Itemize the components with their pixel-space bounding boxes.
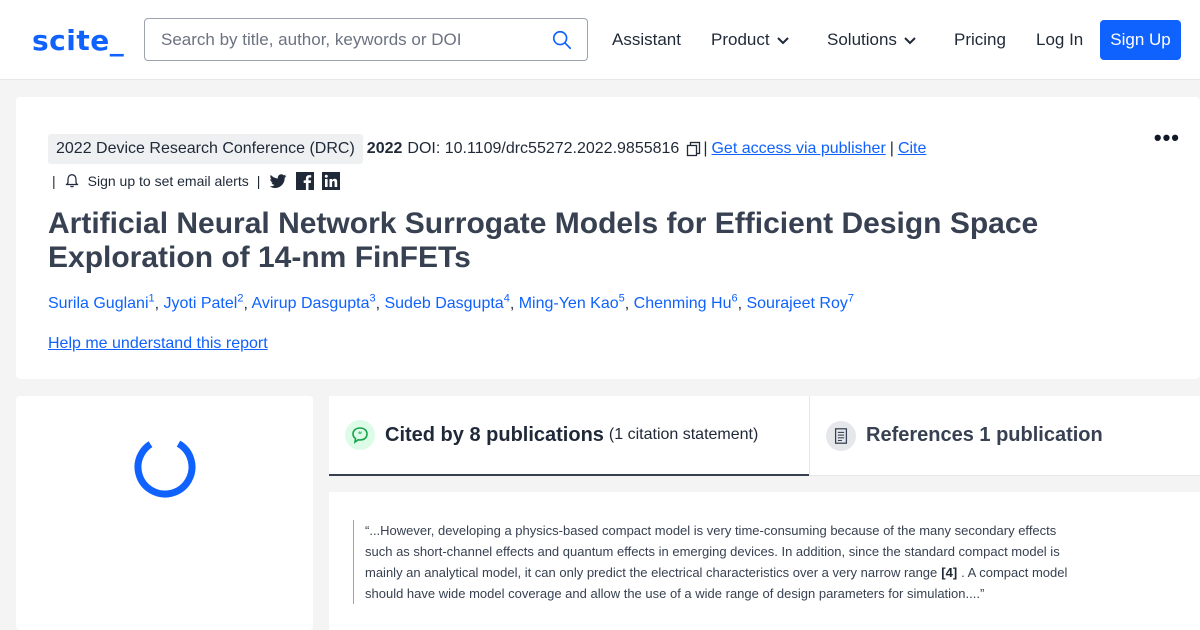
email-alerts-link[interactable]: Sign up to set email alerts (88, 173, 249, 189)
author-link[interactable]: Surila Guglani1 (48, 293, 155, 312)
author-link[interactable]: Jyoti Patel2 (164, 293, 244, 312)
author-link[interactable]: Avirup Dasgupta3 (251, 293, 375, 312)
separator: | (889, 140, 894, 157)
help-understand-link[interactable]: Help me understand this report (48, 335, 268, 353)
citation-quote: “...However, developing a physics-based … (353, 520, 1073, 604)
chevron-down-icon (904, 37, 916, 45)
paper-details-card: 2022 Device Research Conference (DRC) 20… (16, 97, 1200, 379)
search-box[interactable] (144, 18, 588, 61)
copy-icon[interactable] (686, 141, 702, 157)
nav-pricing-label: Pricing (954, 30, 1006, 49)
nav-solutions-label: Solutions (827, 30, 897, 49)
loading-spinner-icon (134, 436, 196, 498)
facebook-icon[interactable] (296, 172, 315, 190)
venue-badge: 2022 Device Research Conference (DRC) (48, 134, 363, 164)
tab-cited-by[interactable]: “ Cited by 8 publications (1 citation st… (329, 396, 809, 476)
more-options-button[interactable]: ••• (1154, 125, 1180, 151)
nav-product[interactable]: Product (711, 30, 790, 50)
search-icon[interactable] (551, 29, 573, 51)
nav-solutions[interactable]: Solutions (827, 30, 917, 50)
twitter-icon[interactable] (268, 171, 288, 191)
doi-text: DOI: 10.1109/drc55272.2022.9855816 (407, 140, 680, 157)
cited-by-label: Cited by 8 publications (385, 423, 604, 446)
citation-statement-count: (1 citation statement) (608, 426, 759, 443)
search-input[interactable] (161, 28, 541, 52)
tab-references[interactable]: References 1 publication (809, 396, 1200, 476)
document-icon (826, 420, 856, 451)
authors-list: Surila Guglani1, Jyoti Patel2, Avirup Da… (48, 293, 854, 313)
separator: | (256, 173, 261, 189)
nav-pricing[interactable]: Pricing (954, 30, 1006, 50)
alerts-share-row: | Sign up to set email alerts | (52, 171, 341, 191)
references-label: References 1 publication (866, 424, 1103, 446)
login-label: Log In (1036, 30, 1084, 49)
separator: | (52, 173, 56, 189)
citation-bubble-icon: “ (345, 420, 375, 450)
smart-citations-panel (16, 396, 313, 630)
author-link[interactable]: Sourajeet Roy7 (746, 293, 854, 312)
author-link[interactable]: Chenming Hu6 (634, 293, 738, 312)
linkedin-icon[interactable] (322, 172, 341, 190)
chevron-down-icon (776, 37, 789, 45)
cite-link[interactable]: Cite (898, 140, 926, 158)
reference-marker[interactable]: [4] (941, 565, 957, 580)
get-access-link[interactable]: Get access via publisher (711, 140, 885, 158)
scite-logo[interactable]: scite_ (32, 24, 124, 57)
svg-text:“: “ (358, 431, 363, 439)
signup-button[interactable]: Sign Up (1100, 20, 1181, 60)
citation-statement-card: “...However, developing a physics-based … (329, 492, 1200, 630)
login-link[interactable]: Log In (1036, 30, 1083, 50)
nav-product-label: Product (711, 30, 770, 49)
citation-tabs: “ Cited by 8 publications (1 citation st… (329, 396, 1200, 476)
author-link[interactable]: Sudeb Dasgupta4 (384, 293, 509, 312)
author-link[interactable]: Ming-Yen Kao5 (519, 293, 625, 312)
separator: | (703, 140, 708, 157)
paper-meta-row: 2022 Device Research Conference (DRC) 20… (48, 134, 926, 164)
paper-title: Artificial Neural Network Surrogate Mode… (48, 207, 1039, 274)
nav-assistant[interactable]: Assistant (612, 30, 681, 50)
publication-year: 2022 (366, 140, 403, 157)
nav-assistant-label: Assistant (612, 30, 681, 49)
top-navbar: scite_ Assistant Product Solutions Prici… (0, 0, 1200, 80)
bell-icon[interactable] (64, 173, 80, 189)
